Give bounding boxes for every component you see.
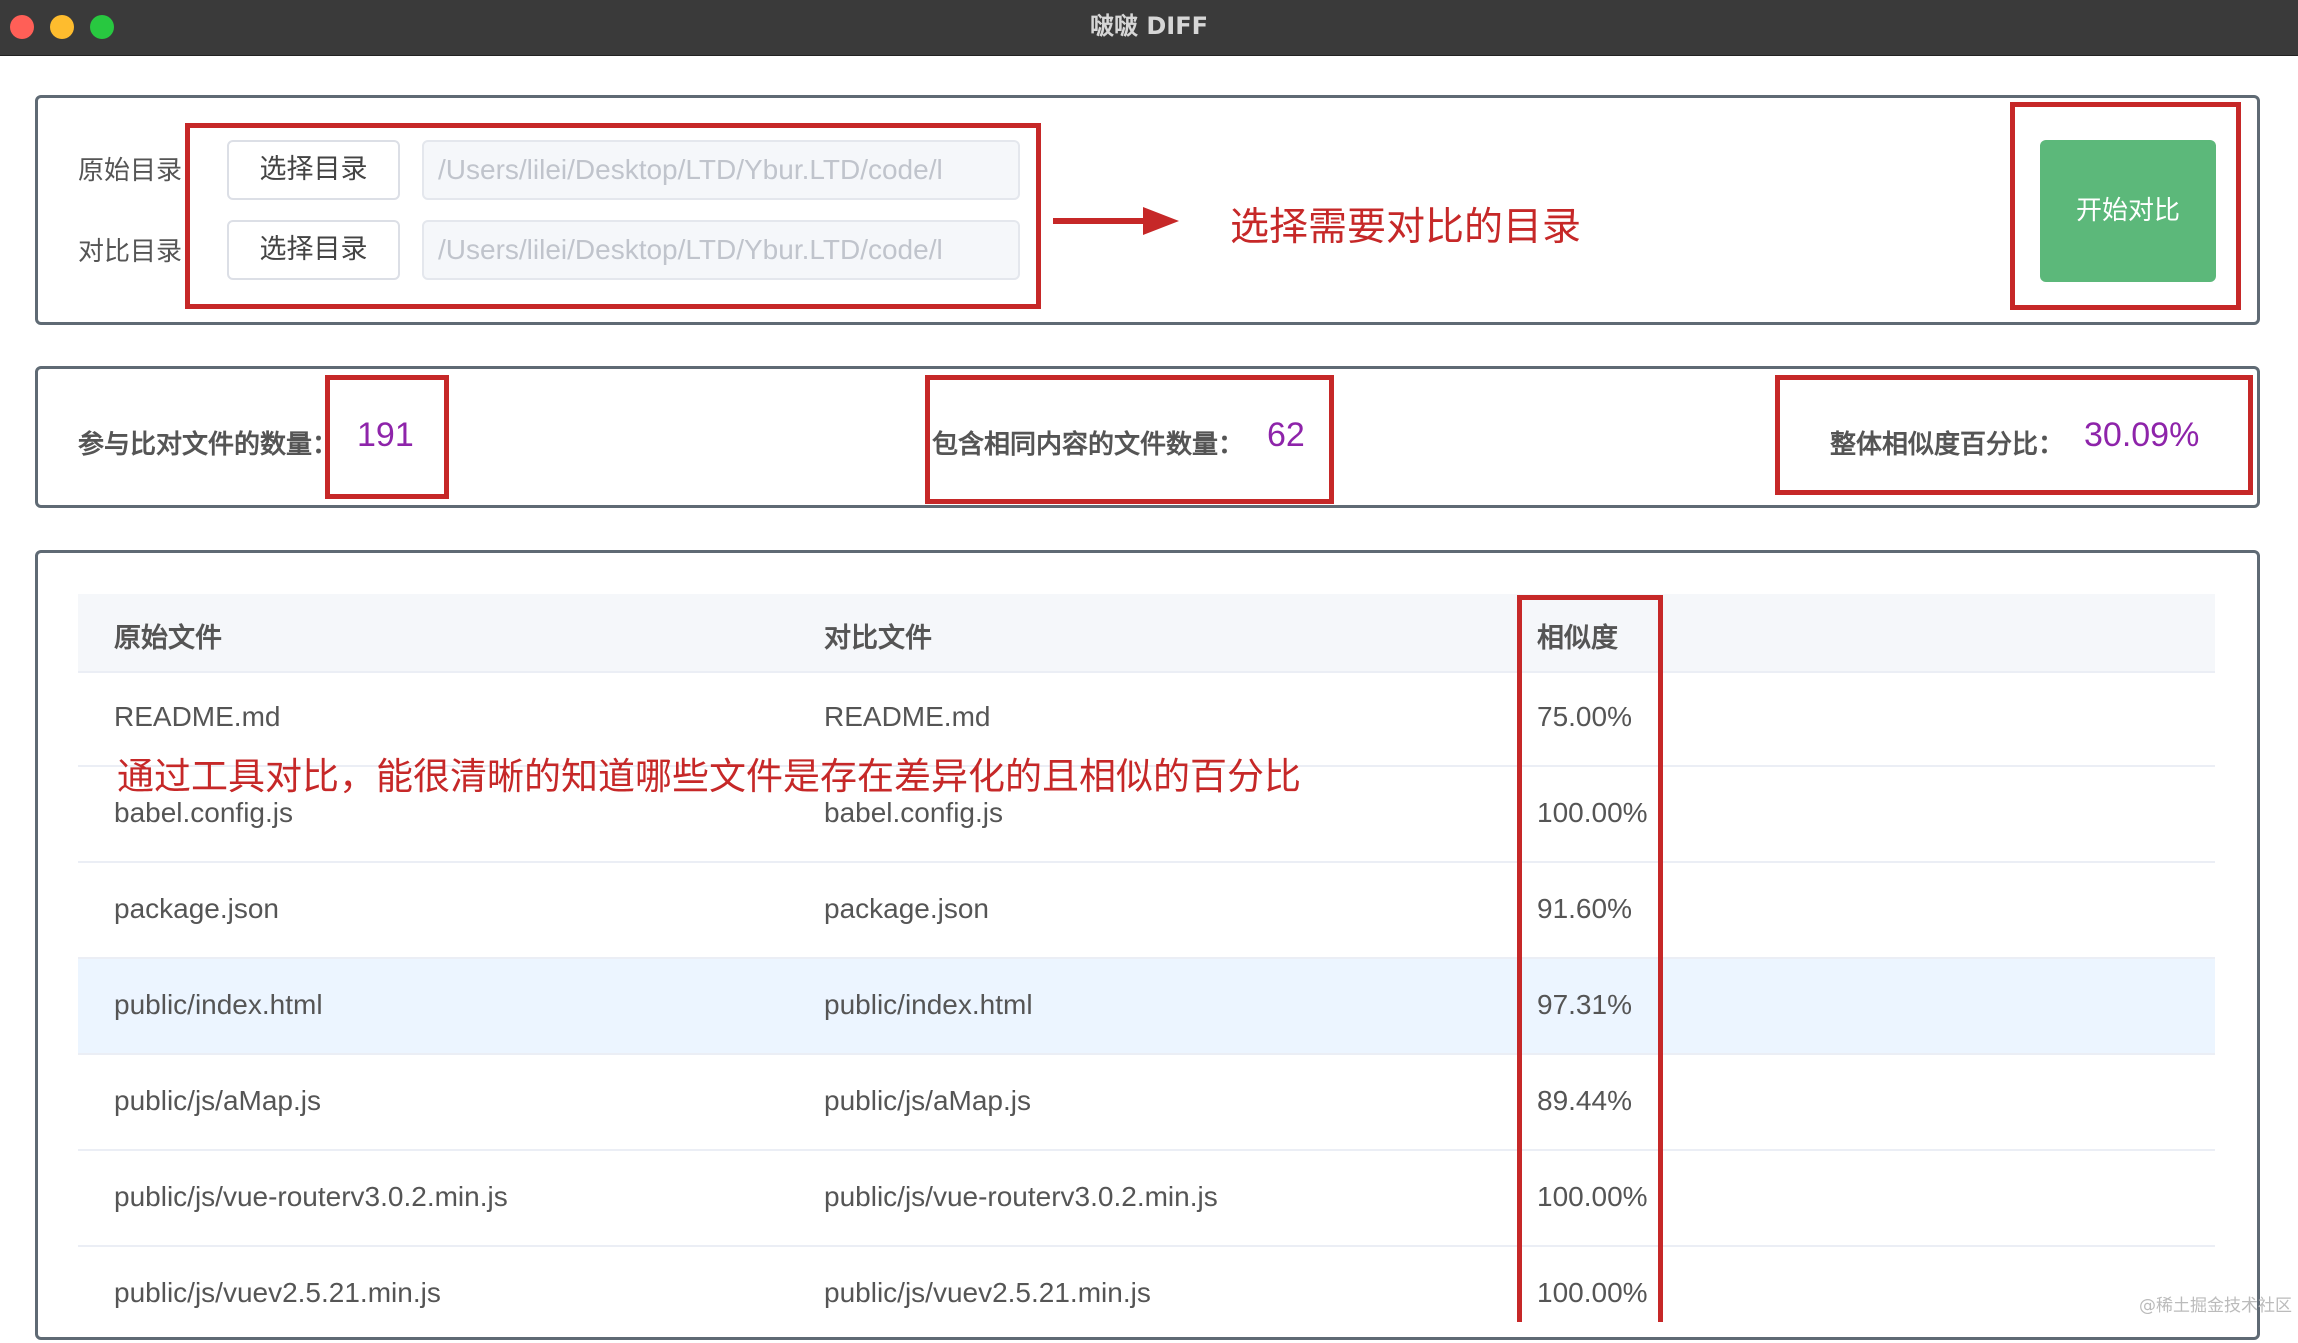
annotation-select-dirs: 选择需要对比的目录 (1230, 205, 1582, 250)
compare-dir-label: 对比目录 (78, 237, 183, 267)
watermark: @稀土掘金技术社区 (2139, 1296, 2292, 1316)
original-file-cell: public/index.html (114, 989, 323, 1020)
compare-file-cell: public/js/aMap.js (824, 1085, 1031, 1116)
table-row[interactable]: public/js/vue-routerv3.0.2.min.js public… (78, 1151, 2215, 1247)
arrow-right-icon (1053, 207, 1179, 235)
original-file-cell: public/js/vue-routerv3.0.2.min.js (114, 1181, 508, 1212)
annotation-box-similarity (1775, 375, 2253, 495)
annotation-box-same-count (925, 375, 1334, 504)
original-file-cell: public/js/aMap.js (114, 1085, 321, 1116)
table-header: 原始文件 对比文件 相似度 (78, 594, 2215, 673)
original-file-cell: README.md (114, 701, 281, 732)
table-row[interactable]: package.json package.json 91.60% (78, 863, 2215, 959)
window-title: 啵啵 DIFF (1090, 12, 1208, 40)
annotation-result-note: 通过工具对比，能很清晰的知道哪些文件是存在差异化的且相似的百分比 (117, 755, 1301, 798)
original-dir-label: 原始目录 (78, 156, 183, 186)
original-file-cell: babel.config.js (114, 797, 294, 828)
table-row[interactable]: public/index.html public/index.html 97.3… (78, 959, 2215, 1055)
original-file-cell: package.json (114, 893, 280, 924)
annotation-box-files-count (325, 375, 449, 499)
table-row[interactable]: public/js/aMap.js public/js/aMap.js 89.4… (78, 1055, 2215, 1151)
compare-file-cell: README.md (824, 701, 991, 732)
compare-file-cell: babel.config.js (824, 797, 1004, 828)
annotation-box-dir-inputs (185, 123, 1041, 309)
compare-file-cell: public/js/vue-routerv3.0.2.min.js (824, 1181, 1218, 1212)
files-count-label: 参与比对文件的数量： (78, 430, 339, 460)
annotation-box-start-button (2010, 102, 2241, 310)
compare-file-cell: public/js/vuev2.5.21.min.js (824, 1277, 1151, 1308)
compare-file-cell: package.json (824, 893, 990, 924)
annotation-box-similarity-column (1517, 595, 1663, 1322)
header-original-file: 原始文件 (114, 623, 222, 654)
original-file-cell: public/js/vuev2.5.21.min.js (114, 1277, 441, 1308)
compare-file-cell: public/index.html (824, 989, 1033, 1020)
table-row[interactable]: public/js/vuev2.5.21.min.js public/js/vu… (78, 1247, 2215, 1343)
header-compare-file: 对比文件 (824, 623, 932, 654)
window-titlebar: 啵啵 DIFF (0, 0, 2298, 56)
